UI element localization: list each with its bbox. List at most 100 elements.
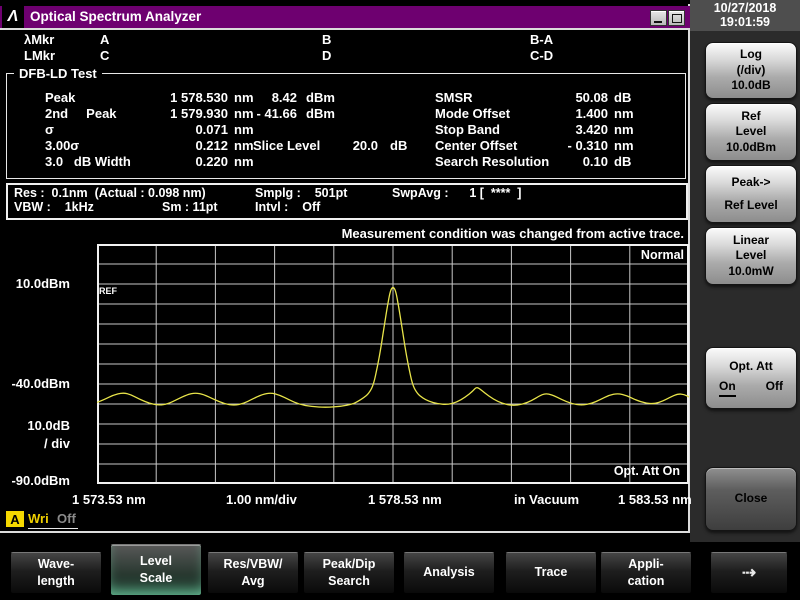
y-axis-scale-unit-label: / div xyxy=(0,437,70,451)
analysis-row-value: 0.220 xyxy=(120,155,228,169)
tab-label: Avg xyxy=(241,573,264,591)
analysis-row-unit: dB xyxy=(614,155,631,169)
y-axis-scale-label: 10.0dB xyxy=(0,419,70,433)
peak-to-ref-line2: Ref Level xyxy=(724,194,777,217)
maximize-icon xyxy=(672,14,682,23)
ref-level-button[interactable]: Ref Level 10.0dBm xyxy=(705,103,797,161)
analysis-row-value: - 0.310 xyxy=(520,139,608,153)
window-title: Optical Spectrum Analyzer xyxy=(30,9,201,24)
tab-analysis[interactable]: Analysis xyxy=(403,552,495,594)
tab-label: Peak/Dip xyxy=(323,556,376,574)
optical-attenuator-button[interactable]: Opt. Att On Off xyxy=(705,347,797,409)
tab-label: Scale xyxy=(140,570,173,588)
tab-wavelength[interactable]: Wave- length xyxy=(10,552,102,594)
sweep-average-setting: SwpAvg : 1 [ **** ] xyxy=(392,187,521,201)
analysis-row-unit: nm xyxy=(614,107,634,121)
analysis-row-value: 1 579.930 xyxy=(120,107,228,121)
log-scale-value: 10.0dB xyxy=(731,78,770,94)
optical-attenuator-label: Opt. Att xyxy=(729,359,773,375)
linear-level-button[interactable]: Linear Level 10.0mW xyxy=(705,227,797,285)
menu-more-button[interactable]: ⇢ xyxy=(710,552,788,594)
tab-peak-dip-search[interactable]: Peak/Dip Search xyxy=(303,552,395,594)
datetime-strip: 10/27/2018 19:01:59 xyxy=(690,0,800,31)
tab-label: Wave- xyxy=(38,556,74,574)
tab-trace[interactable]: Trace xyxy=(505,552,597,594)
marker-c-d: C-D xyxy=(530,49,553,63)
analysis-row-value: 50.08 xyxy=(520,91,608,105)
peak-to-ref-button[interactable]: Peak-> Ref Level xyxy=(705,165,797,223)
analysis-row-unit: nm xyxy=(234,139,254,153)
peak-to-ref-line1: Peak-> xyxy=(731,171,770,194)
x-axis-end-label: 1 583.53 nm xyxy=(618,493,692,507)
vbw-setting: VBW : 1kHz xyxy=(14,201,94,215)
window-bottom-border xyxy=(0,531,690,533)
linear-level-line1: Linear xyxy=(733,233,769,249)
x-axis-vacuum-label: in Vacuum xyxy=(514,493,579,507)
optical-attenuator-status: Opt. Att On xyxy=(480,464,680,478)
time-label: 19:01:59 xyxy=(690,16,800,30)
tab-level-scale[interactable]: Level Scale xyxy=(110,544,202,596)
analysis-row-power: 8.42 xyxy=(215,91,297,105)
tab-res-vbw-avg[interactable]: Res/VBW/ Avg xyxy=(207,552,299,594)
log-scale-button[interactable]: Log (/div) 10.0dB xyxy=(705,42,797,99)
analysis-row-label: SMSR xyxy=(435,91,473,105)
analysis-row-unit: nm xyxy=(234,123,254,137)
analysis-row-value: 1 578.530 xyxy=(120,91,228,105)
status-message: Measurement condition was changed from a… xyxy=(200,227,684,241)
analysis-row-power: - 41.66 xyxy=(215,107,297,121)
analysis-row-label: Stop Band xyxy=(435,123,500,137)
anritsu-logo-icon: Λ xyxy=(2,6,24,28)
analysis-row-label: Center Offset xyxy=(435,139,517,153)
analysis-row-value: 0.212 xyxy=(120,139,228,153)
analysis-row-label: 3.00σ xyxy=(45,139,79,153)
tab-label: length xyxy=(37,573,75,591)
analysis-row-label: σ xyxy=(45,123,54,137)
trace-write-mode[interactable]: Wri xyxy=(28,512,49,526)
x-axis-div-label: 1.00 nm/div xyxy=(226,493,297,507)
analysis-row-unit: nm xyxy=(614,139,634,153)
analysis-row-power-unit: dBm xyxy=(306,107,335,121)
log-scale-line1: Log xyxy=(740,47,762,63)
minimize-button[interactable] xyxy=(650,10,667,26)
date-label: 10/27/2018 xyxy=(690,2,800,16)
marker-c: C xyxy=(100,49,109,63)
tab-label: Appli- xyxy=(628,556,663,574)
analysis-row-unit: dB xyxy=(614,91,631,105)
analysis-row-value: 0.10 xyxy=(520,155,608,169)
ref-level-line2: Level xyxy=(736,124,767,140)
trace-mode-label: Normal xyxy=(484,248,684,262)
resolution-setting: Res : 0.1nm (Actual : 0.098 nm) xyxy=(14,187,206,201)
trace-select-badge[interactable]: A xyxy=(6,511,24,527)
slice-level-value: 20.0 xyxy=(320,139,378,153)
title-bar: Λ Optical Spectrum Analyzer xyxy=(0,6,690,28)
att-off-option[interactable]: Off xyxy=(766,379,783,398)
tab-label: Res/VBW/ xyxy=(223,556,282,574)
titlebar-underline xyxy=(0,28,690,30)
trace-state[interactable]: Off xyxy=(57,512,76,526)
maximize-button[interactable] xyxy=(668,10,685,26)
trace-indicator-underline xyxy=(28,528,78,529)
marker-b-a: B-A xyxy=(530,33,553,47)
analysis-title: DFB-LD Test xyxy=(14,66,102,81)
marker-a: A xyxy=(100,33,109,47)
right-arrow-icon: ⇢ xyxy=(742,561,756,585)
ref-level-marker: REF xyxy=(99,286,117,296)
wavelength-marker-label: λMkr xyxy=(24,33,54,47)
att-on-option[interactable]: On xyxy=(719,379,736,398)
x-axis-start-label: 1 573.53 nm xyxy=(72,493,146,507)
close-button[interactable]: Close xyxy=(705,467,797,531)
y-axis-mid-label: -40.0dBm xyxy=(0,377,70,391)
spectrum-graph xyxy=(97,244,689,484)
tab-label: Analysis xyxy=(423,564,474,582)
close-label: Close xyxy=(735,491,768,507)
analysis-row-value: 3.420 xyxy=(520,123,608,137)
analysis-row-label: 3.0 dB Width xyxy=(45,155,131,169)
tab-application[interactable]: Appli- cation xyxy=(600,552,692,594)
tab-label: cation xyxy=(628,573,665,591)
slice-level-label: Slice Level xyxy=(253,139,320,153)
analysis-row-value: 1.400 xyxy=(520,107,608,121)
y-axis-ref-label: 10.0dBm xyxy=(0,277,70,291)
marker-d: D xyxy=(322,49,331,63)
minimize-icon xyxy=(654,21,662,23)
analysis-row-label: Mode Offset xyxy=(435,107,510,121)
